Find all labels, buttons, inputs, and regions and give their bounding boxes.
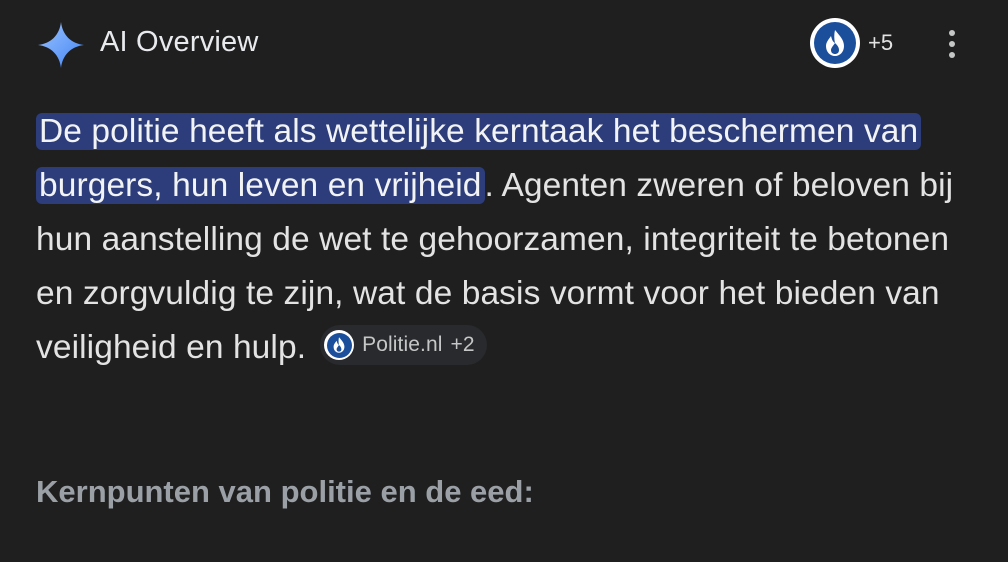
politie-logo-icon (810, 18, 860, 68)
ai-overview-title: AI Overview (100, 26, 259, 58)
section-heading: Kernpunten van politie en de eed: (36, 474, 534, 509)
politie-logo-icon (324, 330, 355, 360)
sources-count: +5 (868, 30, 894, 55)
ai-overview-answer: De politie heeft als wettelijke kerntaak… (36, 105, 976, 375)
ai-overview-header: AI Overview +5 (0, 0, 1008, 88)
gemini-sparkle-icon (36, 20, 86, 70)
citation-chip[interactable]: Politie.nl +2 (320, 325, 487, 365)
sources-button[interactable]: +5 (810, 16, 893, 70)
more-vert-icon (949, 30, 955, 36)
citation-source-label: Politie.nl (362, 333, 443, 356)
citation-more-count: +2 (450, 333, 475, 356)
more-options-button[interactable] (932, 22, 972, 66)
